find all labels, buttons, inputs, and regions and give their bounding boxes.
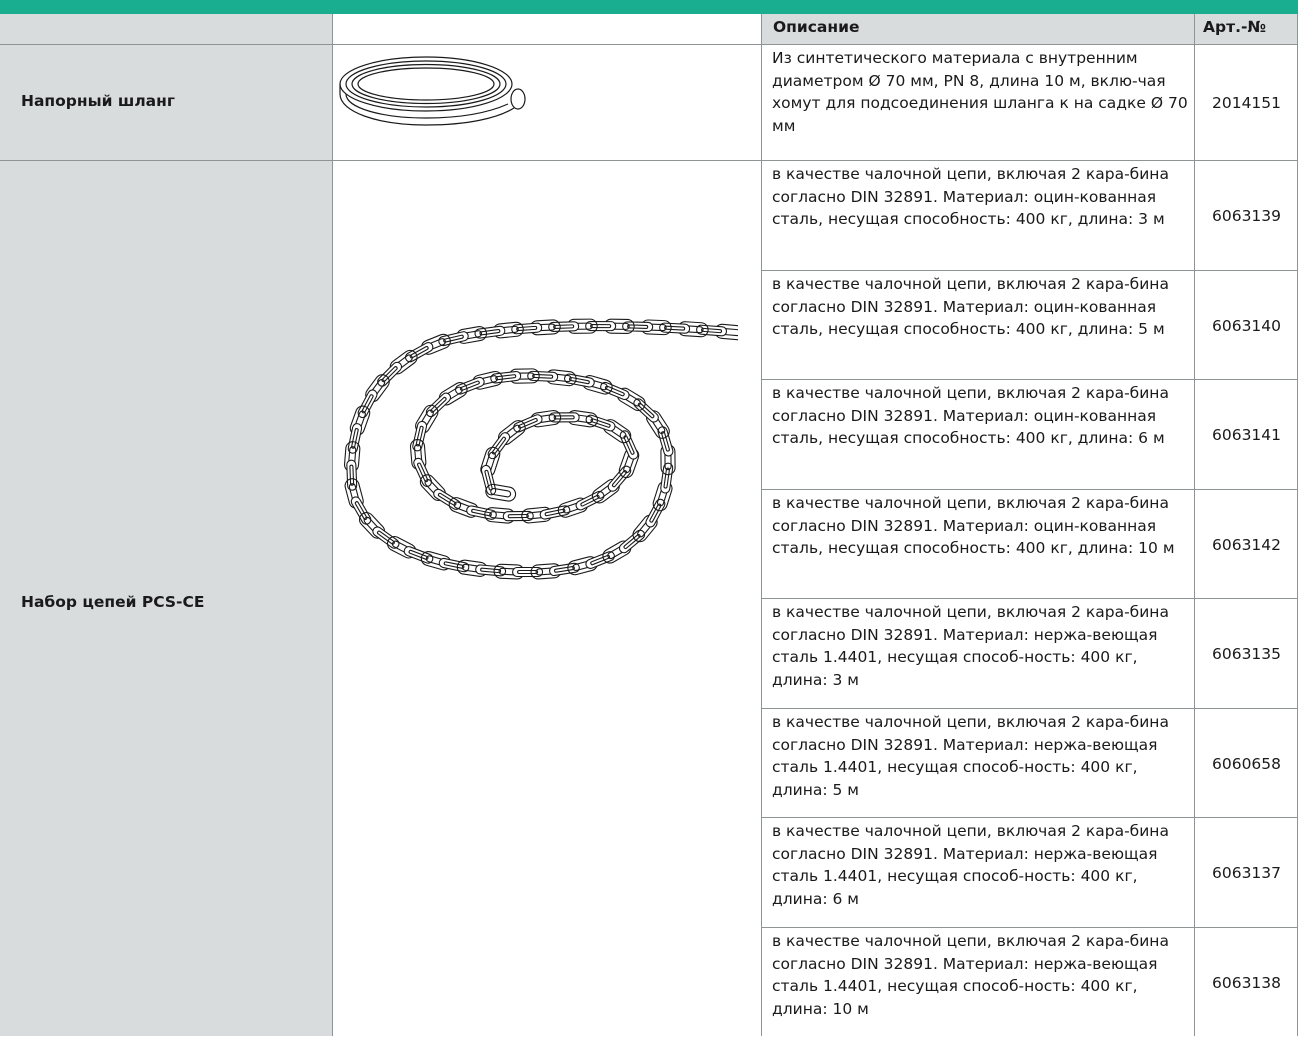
column-divider	[761, 14, 762, 1036]
chain-link	[657, 426, 674, 457]
table-row-description: в качестве чалочной цепи, включая 2 кара…	[772, 384, 1169, 447]
table-divider	[0, 44, 1298, 45]
table-divider	[0, 160, 1298, 161]
table-row-description: в качестве чалочной цепи, включая 2 кара…	[772, 603, 1169, 689]
table-row-article: 6063138	[1211, 973, 1282, 992]
chain-link	[404, 342, 434, 363]
table-row-article: 6063135	[1211, 645, 1282, 663]
table-row-article: 2014151	[1211, 93, 1282, 112]
header-image-cell	[332, 14, 761, 44]
table-row-description: в качестве чалочной цепи, включая 2 кара…	[772, 494, 1175, 557]
table-divider	[762, 379, 1298, 380]
table-row-article: 6063141	[1211, 426, 1282, 444]
table-divider	[762, 927, 1298, 928]
table-divider	[762, 708, 1298, 709]
table-row-description: в качестве чалочной цепи, включая 2 кара…	[772, 275, 1169, 338]
chain-link	[585, 551, 615, 569]
table-row-description: в качестве чалочной цепи, включая 2 кара…	[772, 822, 1169, 908]
chain-link	[413, 457, 433, 487]
table-header: Описание Арт.-№	[0, 14, 1298, 44]
chain-illustration	[343, 318, 738, 580]
table-row-article: 6063142	[1211, 535, 1282, 554]
table-divider	[762, 598, 1298, 599]
header-empty-cell	[0, 14, 332, 44]
header-article-label: Арт.-№	[1203, 18, 1267, 36]
product-name-cell: Напорный шланг	[0, 45, 332, 160]
table-row-description: в качестве чалочной цепи, включая 2 кара…	[772, 713, 1169, 799]
column-divider	[332, 14, 333, 1036]
product-name: Набор цепей PCS-CE	[21, 593, 205, 611]
table-row-description: в качестве чалочной цепи, включая 2 кара…	[772, 165, 1169, 228]
header-article-cell: Арт.-№	[1195, 14, 1298, 44]
hose-coil-illustration	[339, 56, 526, 126]
table-row-description: в качестве чалочной цепи, включая 2 кара…	[772, 932, 1169, 1018]
chain-link	[350, 496, 372, 525]
table-row-description: Из синтетического материала с внутренним…	[772, 49, 1188, 135]
chain-link	[619, 430, 639, 460]
chain-link	[357, 389, 378, 419]
table-row-article: 6063140	[1211, 316, 1282, 335]
chain-link	[433, 488, 462, 510]
chain-link	[454, 376, 485, 395]
top-accent-bar	[0, 0, 1298, 14]
table-divider	[762, 817, 1298, 818]
chain-link	[480, 464, 497, 496]
product-name-cell: Набор цепей PCS-CE	[0, 161, 332, 1036]
table-divider	[762, 270, 1298, 271]
table-divider	[762, 489, 1298, 490]
header-description-cell: Описание	[762, 14, 1194, 44]
product-name: Напорный шланг	[21, 92, 175, 110]
column-divider	[1194, 14, 1195, 1036]
header-description-label: Описание	[773, 18, 860, 36]
chain-link	[513, 414, 543, 433]
chain-link	[645, 498, 666, 528]
chain-link	[575, 490, 605, 511]
table-row-article: 6063139	[1211, 207, 1282, 225]
table-row-article: 6063137	[1211, 864, 1282, 882]
table-row-article: 6060658	[1211, 754, 1282, 773]
